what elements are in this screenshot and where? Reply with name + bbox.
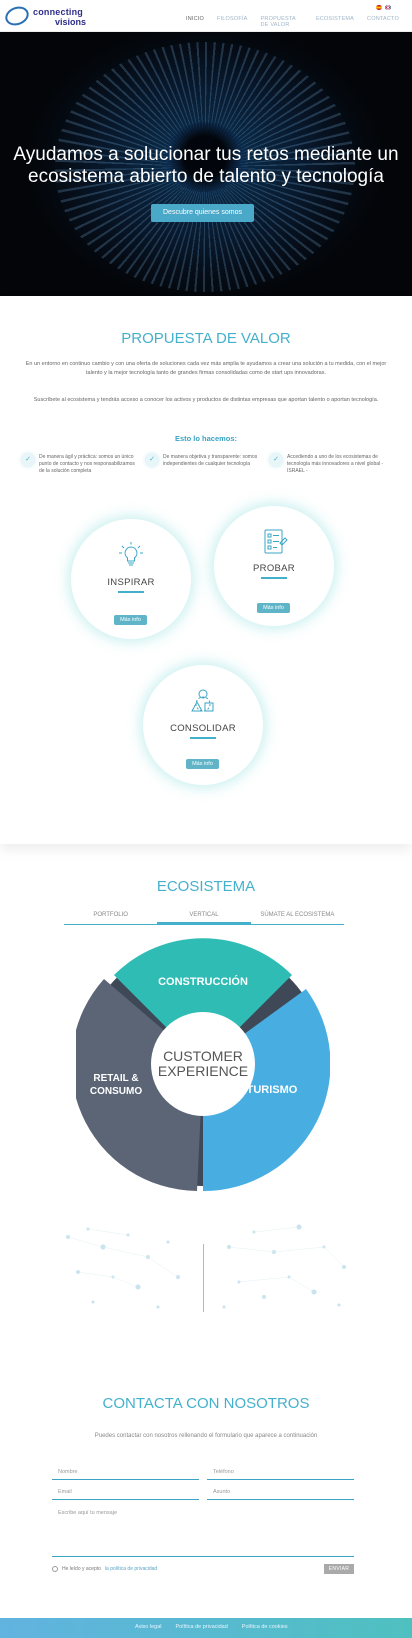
card-label: CONSOLIDAR [170,723,236,734]
feature-item: ✓ De manera objetiva y transparente: som… [146,454,261,468]
card-inspirar[interactable]: INSPIRAR Más info [71,519,191,639]
privacy-checkbox[interactable] [52,1566,58,1572]
tab-portfolio[interactable]: PORTFOLIO [64,909,157,924]
network-dots-left [65,1227,181,1309]
check-icon: ✓ [146,454,158,466]
name-placeholder: Nombre [58,1469,78,1475]
privacy-text: He leído y acepto [62,1566,101,1572]
more-info-button[interactable]: Más info [186,759,219,769]
privacy-consent: He leído y acepto la política de privaci… [52,1566,157,1572]
ecosystem-tabs: PORTFOLIO VERTICAL SÚMATE AL ECOSISTEMA [64,909,344,925]
name-field[interactable]: Nombre [52,1466,199,1480]
card-probar[interactable]: PROBAR Más info [214,506,334,626]
send-button[interactable]: ENVIAR [324,1564,354,1574]
lightbulb-icon [119,542,143,566]
privacy-policy-link[interactable]: la política de privacidad [105,1566,157,1572]
card-consolidar[interactable]: CONSOLIDAR Más info [143,665,263,785]
es-flag-icon[interactable] [376,5,382,10]
center-label-line2: EXPERIENCE [158,1063,248,1079]
more-info-button[interactable]: Más info [114,615,147,625]
message-placeholder: Escribe aquí tu mensaje [58,1510,118,1516]
nav-item-inicio[interactable]: INICIO [186,16,204,28]
email-placeholder: Email [58,1489,72,1495]
nav-item-contacto[interactable]: CONTACTO [367,16,399,28]
en-flag-icon[interactable] [385,5,391,10]
subject-placeholder: Asunto [213,1489,231,1495]
nav-item-ecosistema[interactable]: ECOSISTEMA [316,16,354,28]
footer-link-privacidad[interactable]: Política de privacidad [176,1624,228,1630]
check-icon: ✓ [22,454,34,466]
card-underline [261,577,287,579]
feature-text: Accediendo a uno de los ecosistemas de t… [287,454,384,474]
language-switcher [376,5,391,10]
feature-item: ✓ De manera ágil y práctica: somos un ún… [22,454,137,475]
check-icon: ✓ [270,454,282,466]
checklist-icon [264,529,288,554]
value-title: PROPUESTA DE VALOR [121,330,291,347]
footer-link-aviso-legal[interactable]: Aviso legal [135,1624,162,1630]
email-field[interactable]: Email [52,1486,199,1500]
site-header: connecting visions INICIO FILOSOFÍA PROP… [0,0,412,32]
nav-item-propuesta[interactable]: PROPUESTA DE VALOR [261,16,303,28]
contact-subtitle: Puedes contactar con nosotros rellenando… [94,1433,318,1439]
segment-label-retail-2: CONSUMO [90,1086,142,1097]
tab-vertical[interactable]: VERTICAL [157,909,251,924]
network-dots-right [222,1224,347,1309]
value-section: PROPUESTA DE VALOR En un entorno en cont… [0,296,412,844]
feature-text: De manera objetiva y transparente: somos… [163,454,258,467]
phone-placeholder: Teléfono [213,1469,234,1475]
card-underline [118,591,144,593]
message-textarea[interactable]: Escribe aquí tu mensaje [52,1507,354,1557]
divider-line [203,1244,204,1312]
nav-item-filosofia[interactable]: FILOSOFÍA [217,16,248,28]
footer-links: Aviso legal Política de privacidad Polít… [135,1624,288,1630]
hero-title: Ayudamos a solucionar tus retos mediante… [13,144,399,187]
value-paragraph-1: En un entorno en continuo cambio y con u… [25,361,387,376]
site-footer: Aviso legal Política de privacidad Polít… [0,1618,412,1638]
logo-text-line1: connecting [33,7,84,17]
logo-ring-icon [2,3,32,29]
card-underline [190,737,216,739]
feature-text: De manera ágil y práctica: somos un únic… [39,454,135,474]
page: connecting visions INICIO FILOSOFÍA PROP… [0,0,412,1638]
tab-sumate[interactable]: SÚMATE AL ECOSISTEMA [251,909,344,924]
subject-field[interactable]: Asunto [207,1486,354,1500]
main-nav: INICIO FILOSOFÍA PROPUESTA DE VALOR ECOS… [186,16,412,28]
segment-label-retail-1: RETAIL & [93,1073,138,1084]
contact-title: CONTACTA CON NOSOTROS [102,1395,310,1412]
card-label: INSPIRAR [107,577,155,588]
hero-banner: Ayudamos a solucionar tus retos mediante… [0,32,412,296]
feature-item: ✓ Accediendo a uno de los ecosistemas de… [270,454,385,475]
more-info-button[interactable]: Más info [257,603,290,613]
vertical-donut-chart: CONSTRUCCIÓN TURISMO RETAIL & CONSUMO CU… [76,938,330,1191]
logo[interactable]: connecting visions [2,3,105,29]
logo-text-line2: visions [55,17,87,27]
value-paragraph-2: Suscríbete al ecosistema y tendrás acces… [33,397,379,403]
center-label-line1: CUSTOMER [163,1048,243,1064]
card-label: PROBAR [253,563,295,574]
how-title: Esto lo hacemos: [174,434,238,443]
footer-link-cookies[interactable]: Política de cookies [242,1624,288,1630]
segment-label-turismo: TURISMO [247,1084,298,1096]
phone-field[interactable]: Teléfono [207,1466,354,1480]
cycle-shapes-icon [191,689,214,712]
segment-label-construccion: CONSTRUCCIÓN [158,975,248,988]
ecosystem-title: ECOSISTEMA [156,878,256,895]
hero-cta-button[interactable]: Descubre quienes somos [151,204,254,222]
